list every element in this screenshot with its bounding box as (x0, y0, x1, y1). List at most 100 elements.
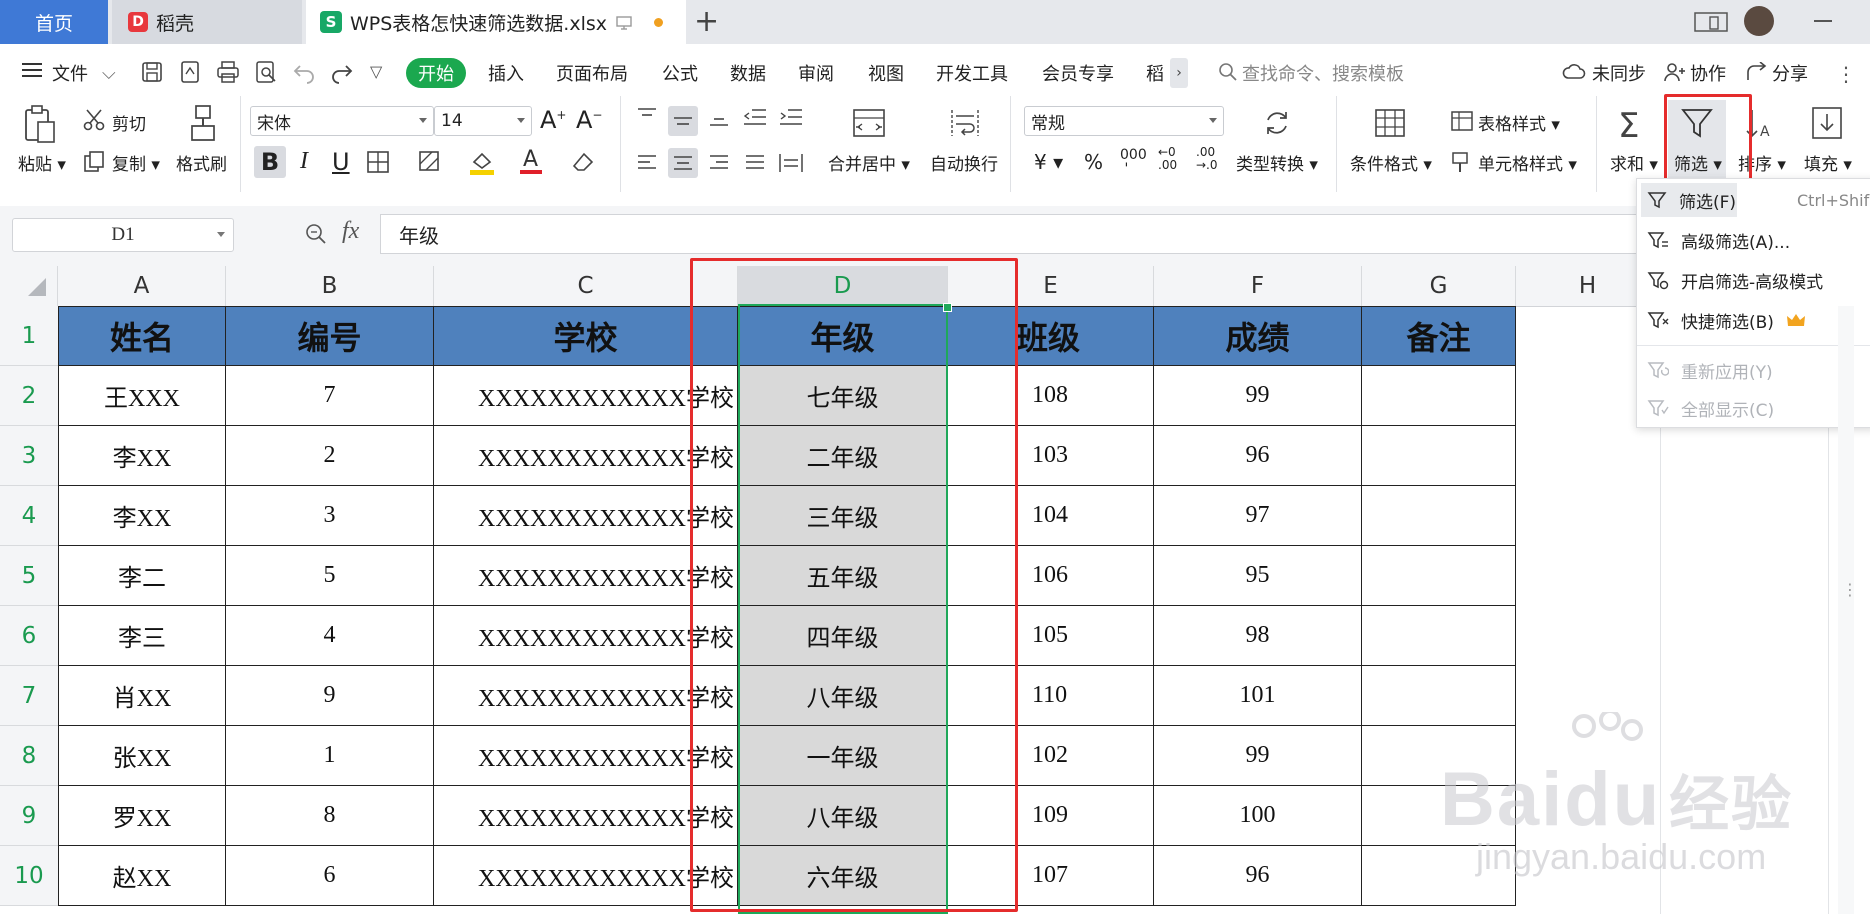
redo-icon[interactable] (330, 60, 354, 88)
print-preview-icon[interactable] (254, 60, 278, 88)
select-all-corner[interactable] (0, 266, 58, 306)
align-bottom-icon[interactable] (708, 106, 730, 132)
new-tab-button[interactable]: + (694, 4, 719, 39)
column-header-b[interactable]: B (226, 266, 434, 306)
save-icon[interactable] (140, 60, 164, 88)
table-header-cell[interactable]: 姓名 (58, 306, 226, 366)
menu-tab-member[interactable]: 会员专享 (1042, 54, 1114, 92)
row-header[interactable]: 6 (0, 606, 58, 666)
conditional-format-button[interactable]: 条件格式 ▾ (1350, 150, 1432, 175)
menu-item-show-all[interactable]: 全部显示(C) (1647, 391, 1774, 425)
tab-daoke[interactable]: D 稻壳 (112, 0, 302, 44)
align-middle-icon[interactable] (668, 106, 698, 136)
table-cell[interactable] (1362, 366, 1516, 426)
fill-button[interactable]: 填充 ▾ (1804, 150, 1852, 175)
row-header[interactable]: 4 (0, 486, 58, 546)
eraser-icon[interactable] (570, 150, 596, 178)
menu-item-advanced-mode[interactable]: 开启筛选-高级模式 (1647, 263, 1823, 297)
avatar[interactable] (1744, 6, 1774, 36)
sync-status-button[interactable]: 未同步 (1592, 54, 1646, 92)
fill-color-icon[interactable] (468, 148, 496, 180)
table-cell[interactable]: 4 (226, 606, 434, 666)
paste-button[interactable]: 粘贴 ▾ (18, 150, 66, 175)
font-name-select[interactable]: 宋体 (250, 106, 434, 136)
table-cell[interactable]: 张XX (58, 726, 226, 786)
font-color-icon[interactable]: A (518, 146, 544, 180)
menu-item-advanced-filter[interactable]: 高级筛选(A)... (1647, 223, 1790, 257)
menu-file[interactable]: 文件 ⌵ (52, 54, 116, 92)
table-cell[interactable]: 李XX (58, 426, 226, 486)
table-cell[interactable] (1362, 426, 1516, 486)
table-cell[interactable]: 95 (1154, 546, 1362, 606)
hamburger-menu-icon[interactable] (22, 62, 42, 82)
currency-icon[interactable]: ¥ ▾ (1034, 150, 1063, 174)
number-format-select[interactable]: 常规 (1024, 106, 1224, 136)
format-painter-button[interactable]: 格式刷 (176, 150, 227, 175)
row-header[interactable]: 5 (0, 546, 58, 606)
type-convert-button[interactable]: 类型转换 ▾ (1236, 150, 1318, 175)
table-cell[interactable] (1362, 486, 1516, 546)
column-header-f[interactable]: F (1154, 266, 1362, 306)
table-cell[interactable]: 2 (226, 426, 434, 486)
justify-icon[interactable] (744, 152, 766, 178)
more-options-icon[interactable]: ⋮ (1836, 62, 1856, 86)
row-header[interactable]: 3 (0, 426, 58, 486)
thousands-separator-icon[interactable]: 000 ' (1120, 148, 1147, 176)
table-cell[interactable]: 李二 (58, 546, 226, 606)
cut-button[interactable]: 剪切 (112, 110, 146, 135)
table-header-cell[interactable]: 备注 (1362, 306, 1516, 366)
decrease-indent-icon[interactable] (742, 106, 768, 132)
border-icon[interactable] (366, 150, 390, 178)
distributed-align-icon[interactable] (778, 152, 804, 178)
table-cell[interactable]: 6 (226, 846, 434, 906)
menu-tab-review[interactable]: 审阅 (798, 54, 834, 92)
column-header-g[interactable]: G (1362, 266, 1516, 306)
table-cell[interactable]: 1 (226, 726, 434, 786)
paste-icon[interactable] (22, 104, 58, 148)
fx-icon[interactable]: fx (342, 218, 359, 245)
menu-tab-data[interactable]: 数据 (730, 54, 766, 92)
table-cell[interactable] (1362, 546, 1516, 606)
menu-tab-view[interactable]: 视图 (868, 54, 904, 92)
row-header[interactable]: 1 (0, 306, 58, 366)
menu-tab-daoke[interactable]: 稻 (1146, 54, 1164, 92)
tab-document[interactable]: S WPS表格怎快速筛选数据.xlsx (306, 0, 686, 44)
align-center-icon[interactable] (668, 148, 698, 178)
name-box[interactable]: D1 (12, 218, 234, 252)
percent-icon[interactable]: % (1084, 150, 1103, 174)
table-cell[interactable]: 96 (1154, 426, 1362, 486)
collab-button[interactable]: 协作 (1690, 54, 1726, 92)
table-cell[interactable]: 100 (1154, 786, 1362, 846)
table-cell[interactable]: 97 (1154, 486, 1362, 546)
menu-item-filter[interactable]: 筛选(F) (1641, 183, 1737, 217)
table-cell[interactable]: 肖XX (58, 666, 226, 726)
align-top-icon[interactable] (636, 106, 658, 132)
table-cell[interactable]: 赵XX (58, 846, 226, 906)
table-cell[interactable]: 7 (226, 366, 434, 426)
minimize-icon[interactable] (1814, 20, 1832, 22)
row-header[interactable]: 2 (0, 366, 58, 426)
print-icon[interactable] (216, 60, 240, 88)
menu-item-reapply[interactable]: 重新应用(Y) (1647, 353, 1773, 387)
increase-indent-icon[interactable] (778, 106, 804, 132)
menu-tab-page-layout[interactable]: 页面布局 (556, 54, 628, 92)
table-cell[interactable]: 9 (226, 666, 434, 726)
table-cell[interactable]: 99 (1154, 726, 1362, 786)
menu-item-quick-filter[interactable]: 快捷筛选(B) (1647, 303, 1806, 337)
table-cell[interactable]: 罗XX (58, 786, 226, 846)
table-cell[interactable]: 101 (1154, 666, 1362, 726)
decrease-font-icon[interactable]: A− (576, 106, 602, 134)
row-header[interactable]: 10 (0, 846, 58, 906)
menu-scroll-right-button[interactable]: › (1170, 58, 1188, 88)
merge-center-button[interactable]: 合并居中 ▾ (828, 150, 910, 175)
undo-icon[interactable] (292, 60, 316, 88)
quick-access-more-icon[interactable]: ▽ (370, 62, 382, 81)
table-cell[interactable]: 3 (226, 486, 434, 546)
table-header-cell[interactable]: 编号 (226, 306, 434, 366)
table-cell[interactable]: 96 (1154, 846, 1362, 906)
share-button[interactable]: 分享 (1772, 54, 1808, 92)
increase-decimal-icon[interactable]: ←0.00 (1158, 146, 1177, 172)
sum-button[interactable]: 求和 ▾ (1610, 150, 1658, 175)
export-pdf-icon[interactable] (178, 60, 202, 88)
cell-style-button[interactable]: 单元格样式 ▾ (1478, 150, 1577, 175)
